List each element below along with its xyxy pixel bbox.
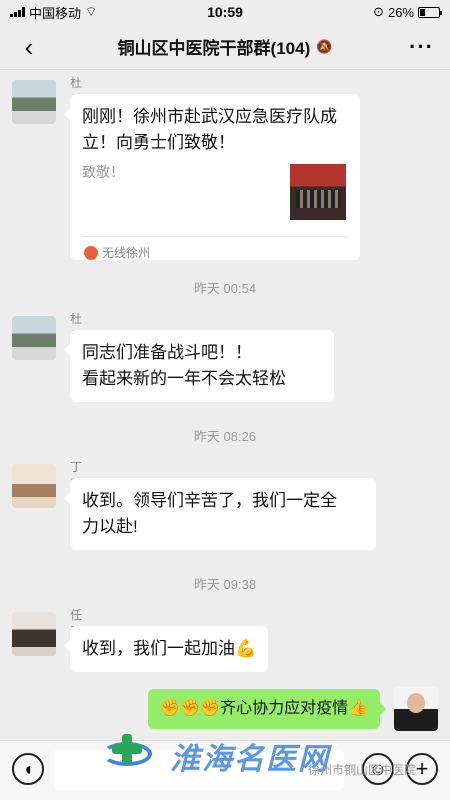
- card-divider: [82, 236, 348, 237]
- message-text-line: 力以赴!: [82, 517, 138, 536]
- watermark-logo-icon: [100, 734, 154, 774]
- message-bubble[interactable]: 同志们准备战斗吧！！ 看起来新的一年不会太轻松: [64, 330, 334, 402]
- message-text: 收到，我们一起加油💪: [82, 639, 257, 658]
- timestamp: 昨天 09:38: [193, 577, 257, 592]
- status-left: 中国移动 ⌔: [10, 3, 97, 22]
- card-thumbnail: [290, 164, 346, 220]
- signal-icon: [10, 7, 25, 17]
- chat-title: 铜山区中医院干部群(104): [117, 39, 311, 58]
- message-text-line: 看起来新的一年不会太轻松: [82, 369, 286, 388]
- lock-rotation-icon: ⊙: [373, 4, 384, 19]
- message-item: 杜兵 刚刚！徐州市赴武汉应急医疗队成立！向勇士们致敬！ 致敬！ 无线徐州: [12, 76, 360, 260]
- status-bar: 中国移动 ⌔ 10:59 ⊙ 26%: [0, 0, 450, 24]
- message-text-line: 同志们准备战斗吧！！: [82, 343, 252, 362]
- voice-icon[interactable]: ◖: [12, 753, 44, 785]
- carrier: 中国移动: [29, 5, 82, 21]
- source-logo-icon: [84, 245, 98, 260]
- avatar[interactable]: [12, 80, 56, 124]
- battery-percent: 26%: [387, 4, 414, 20]
- nav-bar: ‹ 铜山区中医院干部群(104) 🔕 ···: [0, 24, 450, 70]
- back-icon[interactable]: ‹: [16, 32, 42, 62]
- message-item: 丁莉 收到。领导们辛苦了，我们一定全 力以赴!: [12, 460, 376, 550]
- card-source: 无线徐州: [84, 244, 150, 261]
- mute-icon: 🔕: [316, 38, 333, 54]
- status-right: ⊙ 26%: [373, 4, 442, 20]
- own-message-bubble[interactable]: ✊✊✊齐心协力应对疫情👍: [148, 689, 386, 729]
- message-bubble[interactable]: 收到。领导们辛苦了，我们一定全 力以赴!: [64, 478, 376, 550]
- avatar[interactable]: [12, 612, 56, 656]
- card-title: 刚刚！徐州市赴武汉应急医疗队成立！向勇士们致敬！: [82, 107, 337, 152]
- chat-area[interactable]: 杜兵 刚刚！徐州市赴武汉应急医疗队成立！向勇士们致敬！ 致敬！ 无线徐州 昨天 …: [0, 70, 450, 740]
- own-avatar[interactable]: [394, 687, 438, 731]
- link-card[interactable]: 刚刚！徐州市赴武汉应急医疗队成立！向勇士们致敬！ 致敬！ 无线徐州: [64, 94, 360, 261]
- card-source-name: 无线徐州: [102, 246, 151, 260]
- avatar[interactable]: [12, 316, 56, 360]
- watermark-text: 淮海名医网: [170, 743, 330, 776]
- watermark-source: 徐州市铜山区中医院: [307, 763, 416, 777]
- timestamp: 昨天 00:54: [193, 281, 257, 296]
- more-icon[interactable]: ···: [409, 34, 434, 60]
- message-text-line: 收到。领导们辛苦了，我们一定全: [82, 491, 337, 510]
- avatar[interactable]: [12, 464, 56, 508]
- own-message-text: ✊✊✊齐心协力应对疫情👍: [160, 700, 368, 717]
- wifi-icon: ⌔: [85, 4, 98, 19]
- status-time: 10:59: [207, 4, 243, 20]
- message-item: 杜兵 同志们准备战斗吧！！ 看起来新的一年不会太轻松: [12, 312, 334, 402]
- timestamp: 昨天 08:26: [193, 429, 257, 444]
- message-bubble[interactable]: 收到，我们一起加油💪: [63, 626, 269, 672]
- message-item: 任翠 收到，我们一起加油💪: [12, 608, 269, 672]
- battery-icon: [418, 6, 442, 18]
